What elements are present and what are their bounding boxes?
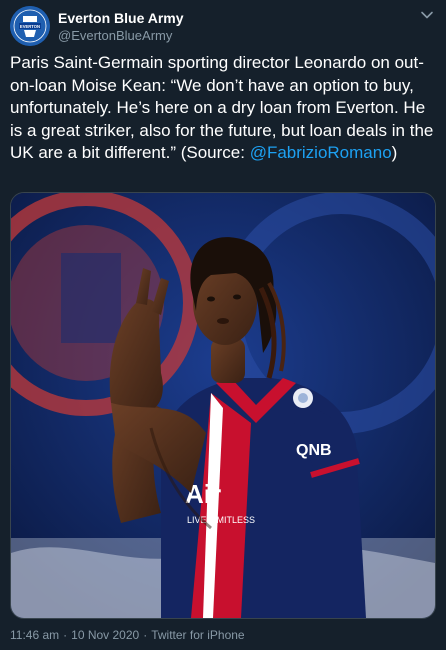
meta-separator: · <box>63 628 68 642</box>
tweet-date[interactable]: 10 Nov 2020 <box>71 628 139 642</box>
meta-separator-2: · <box>143 628 148 642</box>
author-names: Everton Blue Army @EvertonBlueArmy <box>58 9 184 44</box>
tweet-meta: 11:46 am · 10 Nov 2020 · Twitter for iPhone <box>10 628 245 642</box>
tweet-photo[interactable]: QNB Air LIVE LIMITLESS <box>10 192 436 619</box>
svg-text:QNB: QNB <box>296 442 332 459</box>
tweet-header: EVERTON Everton Blue Army @EvertonBlueAr… <box>10 6 184 46</box>
player-photo: QNB Air LIVE LIMITLESS <box>11 193 435 618</box>
avatar[interactable]: EVERTON <box>10 6 50 46</box>
chevron-down-icon[interactable] <box>420 8 434 22</box>
tweet-card: EVERTON Everton Blue Army @EvertonBlueAr… <box>0 0 446 650</box>
everton-crest-icon: EVERTON <box>10 6 50 46</box>
tweet-text-end: ) <box>391 143 398 162</box>
display-name[interactable]: Everton Blue Army <box>58 9 184 27</box>
svg-text:EVERTON: EVERTON <box>20 24 40 29</box>
user-handle[interactable]: @EvertonBlueArmy <box>58 27 184 44</box>
tweet-source: Twitter for iPhone <box>151 628 245 642</box>
tweet-text: Paris Saint-Germain sporting director Le… <box>10 52 436 165</box>
mention-link[interactable]: @FabrizioRomano <box>250 143 392 162</box>
tweet-time[interactable]: 11:46 am <box>10 628 59 642</box>
